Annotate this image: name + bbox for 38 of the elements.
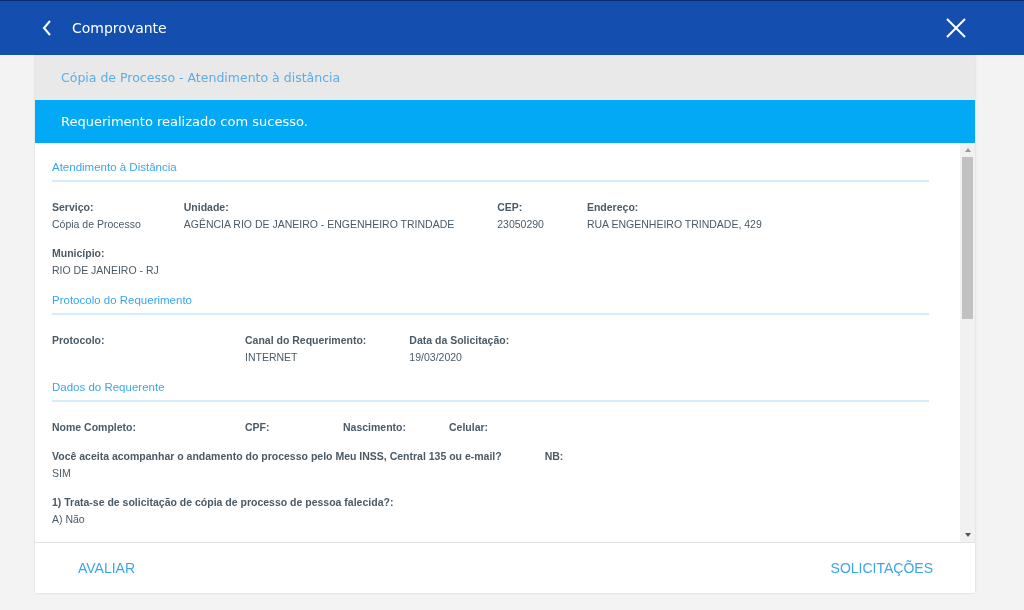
- field-label: Endereço:: [586, 201, 640, 213]
- service-title: Cópia de Processo - Atendimento à distância: [61, 70, 341, 85]
- field-label: Município:: [52, 247, 106, 259]
- field-label: 1) Trata-se de solicitação de cópia de processo de pessoa falecida?:: [52, 496, 394, 508]
- field-value: SIM: [52, 467, 72, 479]
- field-value: Cópia de Processo: [52, 218, 141, 230]
- field-value: 23050290: [497, 218, 544, 230]
- page-title: Comprovante: [72, 20, 167, 36]
- field-label: Unidade:: [183, 201, 230, 213]
- field-value: INTERNET: [245, 351, 299, 363]
- section-title: Dados do Requerente: [52, 381, 166, 393]
- back-icon: [42, 20, 52, 36]
- field-value: 19/03/2020: [409, 351, 463, 363]
- field-label: Data da Solicitação:: [409, 334, 510, 346]
- field-label: Nascimento:: [343, 421, 406, 433]
- section-title: Protocolo do Requerimento: [52, 294, 193, 306]
- field-label: CPF:: [245, 421, 271, 433]
- rate-button[interactable]: AVALIAR: [78, 560, 136, 576]
- requests-button[interactable]: SOLICITAÇÕES: [830, 560, 933, 576]
- field-label: Protocolo:: [52, 334, 106, 346]
- scroll-down-icon[interactable]: [963, 532, 972, 538]
- field-value: RIO DE JANEIRO - RJ: [52, 264, 159, 276]
- field-value: AGÊNCIA RIO DE JANEIRO - ENGENHEIRO TRINDADE: [183, 218, 455, 230]
- field-value: RUA ENGENHEIRO TRINDADE, 429: [586, 218, 762, 230]
- field-label: CEP:: [497, 201, 524, 213]
- field-label: Serviço:: [52, 201, 95, 213]
- field-label: Nome Completo:: [52, 421, 137, 433]
- close-button[interactable]: [946, 18, 966, 38]
- close-icon: [946, 18, 966, 38]
- field-label: NB:: [544, 450, 565, 462]
- field-label: Celular:: [449, 421, 490, 433]
- success-message: Requerimento realizado com sucesso.: [61, 114, 308, 129]
- field-value: A) Não: [52, 513, 86, 525]
- field-label: Canal do Requerimento:: [245, 334, 367, 346]
- field-label: Você aceita acompanhar o andamento do processo pelo Meu INSS, Central 135 ou e-mail?: [52, 450, 502, 462]
- section-title: Atendimento à Distância: [52, 161, 178, 173]
- scrollbar[interactable]: [960, 143, 975, 542]
- back-button[interactable]: [42, 20, 52, 36]
